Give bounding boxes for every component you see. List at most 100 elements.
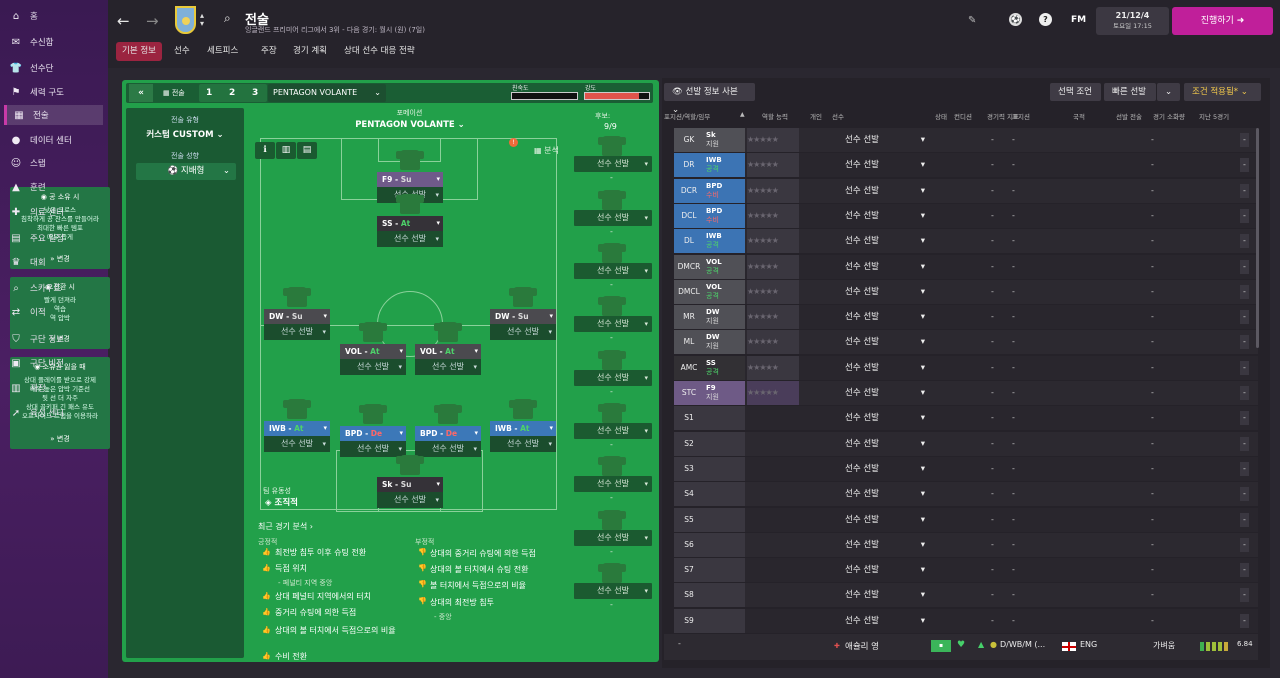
sidebar-item-14[interactable]: ▣ 구단 비전	[4, 353, 103, 373]
table-row[interactable]	[674, 456, 1258, 481]
player-select[interactable]: 선수 선발	[845, 482, 925, 506]
role-cell[interactable]: VOL 공격	[704, 279, 745, 304]
warning-icon[interactable]: !	[509, 138, 518, 147]
fm-logo[interactable]: FM	[1071, 15, 1086, 25]
player-select[interactable]: 선수 선발	[490, 436, 556, 452]
role-duty-select[interactable]: BPD - De	[340, 426, 406, 441]
player-slot-3[interactable]: DW - Su선수 선발	[490, 309, 556, 342]
sub-slot-7[interactable]: 선수 선발	[574, 530, 652, 546]
quick-pick-chevron-icon[interactable]: ⌄	[1157, 83, 1180, 101]
player-select[interactable]: 선수 선발	[845, 128, 925, 152]
sidebar-item-13[interactable]: ⛉ 구단 정보	[4, 329, 103, 349]
crest-switch-icon[interactable]: ▴ ▾	[200, 12, 204, 28]
collapse-icon[interactable]: «	[129, 84, 153, 102]
sidebar-item-0[interactable]: ⌂ 홈	[4, 6, 103, 26]
role-cell[interactable]: IWB 공격	[704, 153, 745, 178]
table-row[interactable]	[674, 482, 1258, 507]
sidebar-item-6[interactable]: ☺ 스탭	[4, 153, 103, 173]
player-select[interactable]: 선수 선발	[845, 457, 925, 481]
role-cell[interactable]: Sk 지원	[704, 128, 745, 152]
role-duty-select[interactable]: DW - Su	[264, 309, 330, 324]
table-row[interactable]	[674, 431, 1258, 456]
player-select[interactable]: 선수 선발	[845, 305, 925, 329]
date-display[interactable]: 21/12/4 토요일 17:15	[1096, 7, 1169, 35]
tab-3[interactable]: 주장	[255, 42, 283, 61]
column-header-11[interactable]: 지난 5경기	[1199, 111, 1229, 121]
role-duty-select[interactable]: IWB - At	[490, 421, 556, 436]
role-cell[interactable]: DW 지원	[704, 305, 745, 330]
player-select[interactable]: 선수 선발	[845, 533, 925, 557]
column-header-5[interactable]: 컨디션	[954, 111, 972, 121]
table-row[interactable]	[674, 406, 1258, 431]
formation-name-select[interactable]: PENTAGON VOLANTE ⌄	[340, 120, 480, 130]
table-row[interactable]	[674, 532, 1258, 557]
player-slot-6[interactable]: IWB - At선수 선발	[264, 421, 330, 454]
role-cell[interactable]: BPD 수비	[704, 203, 745, 228]
player-select[interactable]: 선수 선발	[845, 153, 925, 177]
sidebar-item-16[interactable]: ➚ 육성 센터	[4, 403, 103, 423]
table-scrollbar[interactable]	[1256, 128, 1259, 348]
sidebar-item-10[interactable]: ♛ 대회	[4, 252, 103, 272]
column-header-3[interactable]: 선수	[832, 111, 844, 121]
role-duty-select[interactable]: DW - Su	[490, 309, 556, 324]
player-select[interactable]: 선수 선발	[845, 406, 925, 430]
role-duty-select[interactable]: Sk - Su	[377, 477, 443, 492]
player-name[interactable]: 애슐리 영	[845, 640, 879, 652]
role-cell[interactable]: IWB 공격	[704, 229, 745, 254]
player-slot-7[interactable]: BPD - De선수 선발	[340, 426, 406, 459]
sidebar-item-8[interactable]: ✚ 의료 센터	[4, 202, 103, 222]
role-duty-select[interactable]: IWB - At	[264, 421, 330, 436]
column-header-8[interactable]: 국적	[1073, 111, 1085, 121]
player-select[interactable]: 선수 선발	[377, 492, 443, 508]
player-select[interactable]: 선수 선발	[845, 204, 925, 228]
player-select[interactable]: 선수 선발	[845, 330, 925, 354]
tab-5[interactable]: 상대 선수 대응 전략	[338, 42, 421, 61]
role-cell[interactable]: SS 공격	[704, 355, 745, 380]
column-header-10[interactable]: 경기 소화량	[1153, 111, 1185, 121]
sub-slot-4[interactable]: 선수 선발	[574, 370, 652, 386]
sub-slot-8[interactable]: 선수 선발	[574, 583, 652, 599]
column-header-7[interactable]: 포지션	[1012, 111, 1030, 121]
quick-pick-button[interactable]: 빠른 선발	[1104, 83, 1156, 101]
search-icon[interactable]: ⌕	[224, 11, 231, 26]
table-row[interactable]	[674, 583, 1258, 608]
tab-1[interactable]: 선수	[168, 42, 196, 61]
out-possession-edit[interactable]: » 변경	[10, 434, 110, 444]
sidebar-item-3[interactable]: ⚑ 세력 구도	[4, 82, 103, 102]
style-select[interactable]: 커스텀 CUSTOM ⌄	[126, 128, 244, 140]
player-select[interactable]: 선수 선발	[845, 558, 925, 582]
condition-button[interactable]: 조건 적용됨* ⌄	[1184, 83, 1261, 101]
sub-slot-6[interactable]: 선수 선발	[574, 476, 652, 492]
player-select[interactable]: 선수 선발	[845, 583, 925, 607]
tab-4[interactable]: 경기 계획	[287, 42, 333, 61]
view-select[interactable]: 👁 선발 정보 사본 ⌄	[664, 83, 755, 115]
advice-button[interactable]: 선택 조언	[1050, 83, 1101, 101]
recent-analysis-title[interactable]: 최근 경기 분석 ›	[258, 521, 313, 532]
pitch-view-icon[interactable]: ▤	[297, 142, 317, 159]
ball-icon[interactable]: ⚽	[1009, 13, 1022, 26]
player-select[interactable]: 선수 선발	[845, 255, 925, 279]
player-slot-8[interactable]: BPD - De선수 선발	[415, 426, 481, 459]
role-duty-select[interactable]: VOL - At	[415, 344, 481, 359]
bar-chart-icon[interactable]: ▥	[276, 142, 296, 159]
column-header-2[interactable]: 개인	[810, 111, 822, 121]
sidebar-item-1[interactable]: ✉ 수신함	[4, 32, 103, 52]
player-select[interactable]: 선수 선발	[264, 436, 330, 452]
sidebar-item-15[interactable]: ▥ 재정	[4, 378, 103, 398]
sidebar-item-12[interactable]: ⇄ 이적	[4, 302, 103, 322]
player-select[interactable]: 선수 선발	[340, 359, 406, 375]
formation-select[interactable]: PENTAGON VOLANTE ⌄	[268, 84, 386, 102]
analysis-toggle[interactable]: ▦ 분석	[534, 145, 559, 156]
table-row[interactable]	[674, 507, 1258, 532]
tab-0[interactable]: 기본 정보	[116, 42, 162, 61]
sort-asc-icon[interactable]: ▲	[740, 111, 745, 118]
player-select[interactable]: 선수 선발	[377, 231, 443, 247]
sub-slot-0[interactable]: 선수 선발	[574, 156, 652, 172]
player-select[interactable]: 선수 선발	[845, 280, 925, 304]
role-duty-select[interactable]: SS - At	[377, 216, 443, 231]
help-icon[interactable]: ?	[1039, 13, 1052, 26]
player-select[interactable]: 선수 선발	[845, 179, 925, 203]
sub-slot-2[interactable]: 선수 선발	[574, 263, 652, 279]
tactic-slot-1[interactable]: 1	[206, 84, 212, 102]
player-slot-5[interactable]: VOL - At선수 선발	[415, 344, 481, 377]
